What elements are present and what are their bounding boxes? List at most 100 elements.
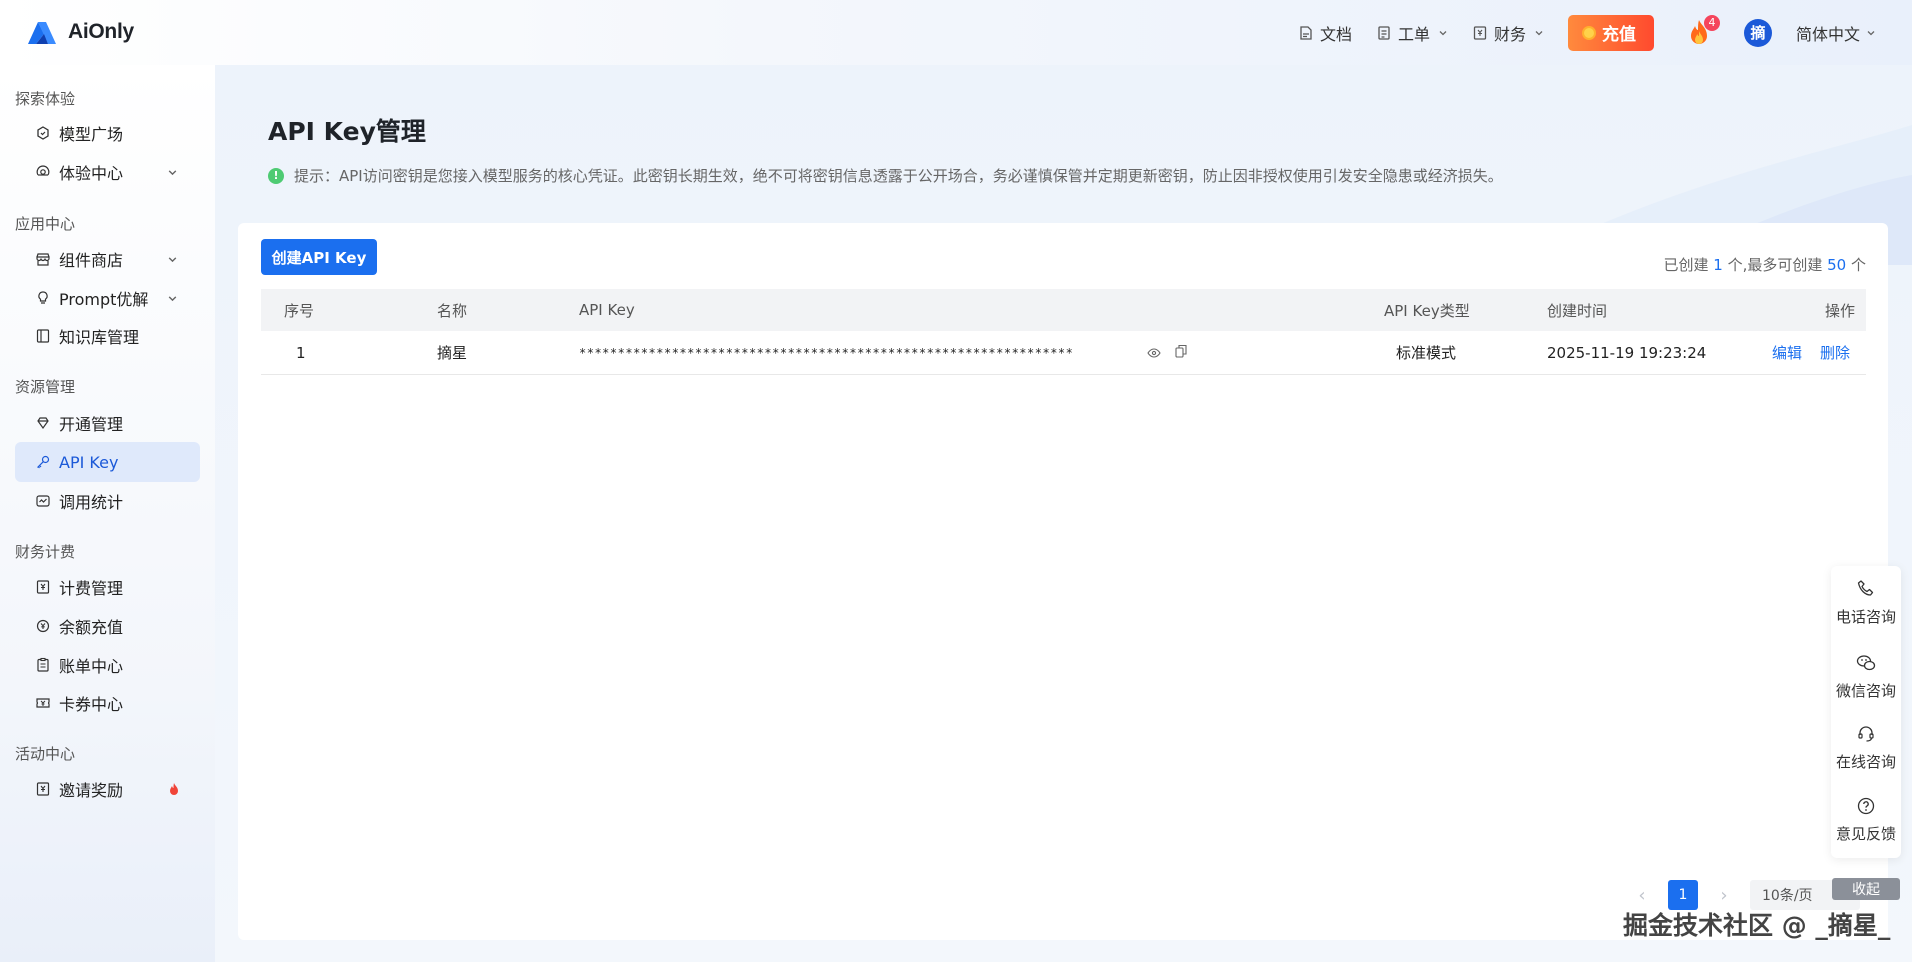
hot-activity[interactable]: 4: [1684, 14, 1720, 49]
row-index: 1: [296, 343, 306, 362]
sidebar-item-component-store[interactable]: 组件商店: [15, 239, 200, 279]
coin-icon: [1581, 25, 1596, 40]
logo-text: AiOnly: [68, 20, 134, 43]
wechat-icon: [1856, 655, 1876, 671]
delete-link[interactable]: 删除: [1820, 342, 1850, 363]
online-consult-button[interactable]: 在线咨询: [1831, 723, 1901, 772]
billing-icon: [36, 580, 50, 594]
sidebar-item-label: 计费管理: [59, 579, 124, 598]
table-row: 1 摘星 ***********************************…: [261, 331, 1866, 375]
sidebar-item-coupon-center[interactable]: 卡券中心: [15, 683, 200, 723]
feedback-label: 意见反馈: [1835, 825, 1896, 843]
phone-consult-label: 电话咨询: [1835, 608, 1896, 626]
sidebar: 探索体验 模型广场 体验中心 应用中心 组件商店 Prompt优解 知识库管理 …: [0, 65, 215, 962]
nav-docs[interactable]: 文档: [1298, 21, 1352, 45]
coupon-icon: [36, 698, 50, 708]
create-api-key-button[interactable]: 创建API Key: [261, 239, 377, 275]
finance-icon: [1473, 25, 1487, 40]
wechat-consult-label: 微信咨询: [1835, 682, 1896, 700]
row-created-at: 2025-11-19 19:23:24: [1547, 343, 1707, 362]
store-icon: [36, 253, 50, 266]
ticket-icon: [1378, 25, 1390, 40]
sidebar-item-billing[interactable]: 计费管理: [15, 567, 200, 607]
sidebar-group-title: 活动中心: [15, 745, 76, 763]
copy-icon[interactable]: [1174, 344, 1188, 358]
sidebar-item-usage-stats[interactable]: 调用统计: [15, 481, 200, 521]
bill-icon: [37, 657, 49, 672]
sidebar-group-title: 应用中心: [15, 215, 76, 233]
api-key-card: 创建API Key 已创建 1 个,最多可创建 50 个 序号 名称 API K…: [238, 223, 1888, 940]
sidebar-item-label: 调用统计: [59, 493, 124, 512]
next-page-button[interactable]: ›: [1712, 883, 1736, 907]
key-icon: [37, 455, 50, 469]
sidebar-item-prompt[interactable]: Prompt优解: [15, 278, 200, 318]
sidebar-item-knowledge-base[interactable]: 知识库管理: [15, 316, 200, 356]
sidebar-item-bill-center[interactable]: 账单中心: [15, 645, 200, 685]
sidebar-item-label: 体验中心: [59, 164, 124, 183]
sidebar-item-invite-reward[interactable]: 邀请奖励: [15, 769, 200, 809]
column-header-name: 名称: [437, 301, 468, 320]
table-header: 序号 名称 API Key API Key类型 创建时间 操作: [261, 289, 1866, 331]
contact-float-panel: 电话咨询 微信咨询 在线咨询 意见反馈: [1831, 566, 1901, 858]
column-header-api-key: API Key: [579, 301, 635, 319]
hot-fire-icon: [170, 783, 178, 795]
edit-link[interactable]: 编辑: [1772, 342, 1802, 363]
page-title: API Key管理: [268, 117, 426, 146]
sidebar-item-balance-recharge[interactable]: 余额充值: [15, 606, 200, 646]
column-header-created-at: 创建时间: [1547, 301, 1608, 320]
aionly-logo-icon: [28, 22, 56, 44]
phone-consult-button[interactable]: 电话咨询: [1831, 578, 1901, 627]
chevron-down-icon: [1535, 30, 1543, 35]
tip-text: 提示：API访问密钥是您接入模型服务的核心凭证。此密钥长期生效，绝不可将密钥信息…: [294, 167, 1503, 185]
sidebar-item-activation[interactable]: 开通管理: [15, 403, 200, 443]
feedback-button[interactable]: 意见反馈: [1831, 795, 1901, 844]
sidebar-group-title: 财务计费: [15, 543, 76, 561]
quota-prefix: 已创建: [1663, 256, 1714, 274]
sidebar-item-experience[interactable]: 体验中心: [15, 152, 200, 192]
nav-finance[interactable]: 财务: [1472, 21, 1544, 45]
quota-max-count: 50: [1827, 256, 1847, 274]
tip-banner: ! 提示：API访问密钥是您接入模型服务的核心凭证。此密钥长期生效，绝不可将密钥…: [268, 165, 1503, 186]
quota-created-count: 1: [1713, 256, 1723, 274]
sidebar-item-model-plaza[interactable]: 模型广场: [15, 113, 200, 153]
user-avatar[interactable]: 摘: [1743, 18, 1772, 47]
phone-icon: [1857, 580, 1874, 596]
notification-badge: 4: [1703, 14, 1720, 31]
column-header-index: 序号: [284, 301, 315, 320]
chevron-down-icon: [1867, 30, 1875, 35]
language-selector[interactable]: 简体中文: [1796, 21, 1876, 45]
chevron-down-icon: [1439, 30, 1447, 35]
collapse-button[interactable]: 收起: [1832, 878, 1900, 900]
prev-page-button[interactable]: ‹: [1630, 883, 1654, 907]
logo[interactable]: AiOnly: [24, 18, 134, 46]
stats-icon: [36, 495, 50, 507]
sidebar-item-label: 余额充值: [59, 618, 124, 637]
chevron-down-icon: [168, 256, 177, 262]
sidebar-item-label: API Key: [59, 452, 119, 472]
sidebar-item-label: 知识库管理: [59, 328, 140, 347]
docs-icon: [1300, 25, 1312, 40]
sidebar-item-api-key[interactable]: API Key: [15, 442, 200, 482]
sidebar-group-title: 资源管理: [15, 378, 76, 396]
headset-icon: [1858, 726, 1874, 742]
sidebar-item-label: 组件商店: [59, 251, 124, 270]
recharge-button[interactable]: 充值: [1567, 14, 1654, 51]
top-nav: 文档 工单 财务 充值 4 摘 简体中文: [1298, 0, 1912, 65]
eye-icon[interactable]: [1147, 346, 1161, 360]
watermark: 掘金技术社区 @ _摘星_: [1623, 911, 1891, 940]
wechat-consult-button[interactable]: 微信咨询: [1831, 652, 1901, 701]
sidebar-item-label: 账单中心: [59, 657, 124, 676]
nav-ticket[interactable]: 工单: [1376, 21, 1448, 45]
column-header-type: API Key类型: [1384, 301, 1470, 320]
nav-ticket-label: 工单: [1397, 24, 1430, 44]
experience-icon: [36, 165, 50, 176]
gift-icon: [36, 782, 50, 796]
row-api-key: ****************************************…: [579, 345, 1074, 360]
online-consult-label: 在线咨询: [1835, 753, 1896, 771]
quota-suffix: 个: [1846, 256, 1866, 274]
question-icon: [1857, 797, 1875, 815]
bulb-icon: [38, 291, 48, 304]
diamond-icon: [37, 417, 49, 430]
language-label: 简体中文: [1795, 24, 1860, 44]
book-icon: [36, 329, 50, 343]
